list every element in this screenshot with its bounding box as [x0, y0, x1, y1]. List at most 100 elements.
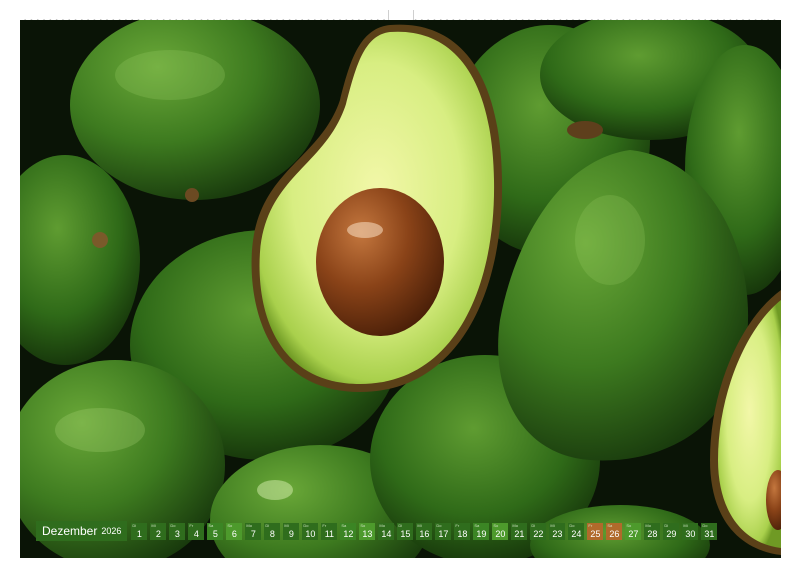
avocado-illustration: [20, 20, 781, 558]
day-number: 31: [704, 528, 715, 539]
weekday-label: Fr: [588, 522, 593, 528]
calendar-day: Do 17: [435, 522, 452, 540]
weekday-label: Fr: [455, 522, 460, 528]
calendar-day: Do 3: [169, 522, 186, 540]
calendar-day: Fr 4: [188, 522, 205, 540]
weekday-label: Di: [398, 522, 403, 528]
weekday-label: So: [360, 522, 366, 528]
weekday-label: Mi: [417, 522, 422, 528]
calendar-day: Mo 7: [245, 522, 262, 540]
day-number: 26: [609, 528, 620, 539]
calendar-day: Mi 30: [682, 522, 699, 540]
weekday-label: Mi: [284, 522, 289, 528]
weekday-label: Sa: [208, 522, 214, 528]
day-number: 12: [343, 528, 354, 539]
weekday-label: Sa: [474, 522, 480, 528]
calendar-day: Do 10: [302, 522, 319, 540]
weekday-label: Di: [531, 522, 536, 528]
calendar-day: Sa 5: [207, 522, 224, 540]
avocado-stem: [185, 188, 199, 202]
weekday-label: So: [493, 522, 499, 528]
calendar-day: Mi 23: [549, 522, 566, 540]
day-number: 22: [533, 528, 544, 539]
weekday-label: Mo: [379, 522, 385, 528]
day-number: 6: [231, 528, 237, 539]
day-list: Di 1 Mi 2 Do 3 Fr 4 Sa 5 So 6 Mo 7 Di 8 Mi 9 Do 10 Fr 11 Sa 12 S…: [131, 522, 720, 540]
weekday-label: Mi: [151, 522, 156, 528]
calendar-day: Do 31: [701, 522, 718, 540]
weekday-label: Sa: [607, 522, 613, 528]
weekday-label: Do: [170, 522, 176, 528]
month-name: Dezember: [42, 524, 98, 538]
weekday-label: Mi: [550, 522, 555, 528]
avocado-seed: [316, 188, 444, 336]
calendar-day: Di 15: [397, 522, 414, 540]
calendar-day: So 13: [359, 522, 376, 540]
day-number: 24: [571, 528, 582, 539]
day-number: 15: [400, 528, 411, 539]
weekday-label: Fr: [322, 522, 327, 528]
weekday-label: Mo: [512, 522, 518, 528]
day-number: 23: [552, 528, 563, 539]
day-number: 1: [136, 528, 142, 539]
calendar-day: Di 22: [530, 522, 547, 540]
calendar-day: Di 29: [663, 522, 680, 540]
weekday-label: So: [626, 522, 632, 528]
calendar-day: Mi 16: [416, 522, 433, 540]
day-number: 8: [269, 528, 275, 539]
day-number: 4: [193, 528, 199, 539]
day-number: 30: [685, 528, 696, 539]
weekday-label: Do: [303, 522, 309, 528]
calendar-day: Fr 25: [587, 522, 604, 540]
weekday-label: Di: [132, 522, 137, 528]
calendar-strip: Dezember 2026 Di 1 Mi 2 Do 3 Fr 4 Sa 5 So 6 Mo 7 Di 8 Mi…: [36, 521, 720, 541]
weekday-label: Sa: [341, 522, 347, 528]
day-number: 5: [212, 528, 218, 539]
month-label: Dezember 2026: [36, 521, 128, 541]
day-number: 7: [250, 528, 256, 539]
avocado-photo: [20, 20, 781, 558]
avocado-stem: [92, 232, 108, 248]
day-number: 14: [381, 528, 392, 539]
calendar-day: Fr 11: [321, 522, 338, 540]
day-number: 18: [457, 528, 468, 539]
calendar-day: Sa 26: [606, 522, 623, 540]
weekday-label: Fr: [189, 522, 194, 528]
day-number: 21: [514, 528, 525, 539]
day-number: 17: [438, 528, 449, 539]
day-number: 10: [305, 528, 316, 539]
day-number: 16: [419, 528, 430, 539]
day-number: 3: [174, 528, 180, 539]
weekday-label: Di: [664, 522, 669, 528]
weekday-label: Mo: [246, 522, 252, 528]
weekday-label: So: [227, 522, 233, 528]
calendar-day: Fr 18: [454, 522, 471, 540]
weekday-label: Do: [569, 522, 575, 528]
calendar-day: Mo 14: [378, 522, 395, 540]
weekday-label: Di: [265, 522, 270, 528]
calendar-day: Mo 28: [644, 522, 661, 540]
weekday-label: Mi: [683, 522, 688, 528]
day-number: 13: [362, 528, 373, 539]
day-number: 20: [495, 528, 506, 539]
calendar-day: So 20: [492, 522, 509, 540]
day-number: 9: [288, 528, 294, 539]
weekday-label: Mo: [645, 522, 651, 528]
calendar-day: Mi 2: [150, 522, 167, 540]
calendar-day: So 27: [625, 522, 642, 540]
calendar-day: Sa 19: [473, 522, 490, 540]
calendar-day: So 6: [226, 522, 243, 540]
calendar-day: Mi 9: [283, 522, 300, 540]
year: 2026: [101, 526, 122, 536]
calendar-day: Di 1: [131, 522, 148, 540]
avocado-stem: [567, 121, 603, 139]
day-number: 2: [155, 528, 161, 539]
weekday-label: Do: [702, 522, 708, 528]
day-number: 29: [666, 528, 677, 539]
weekday-label: Do: [436, 522, 442, 528]
day-number: 11: [324, 528, 335, 539]
calendar-day: Di 8: [264, 522, 281, 540]
calendar-day: Sa 12: [340, 522, 357, 540]
day-number: 19: [476, 528, 487, 539]
calendar-day: Mo 21: [511, 522, 528, 540]
